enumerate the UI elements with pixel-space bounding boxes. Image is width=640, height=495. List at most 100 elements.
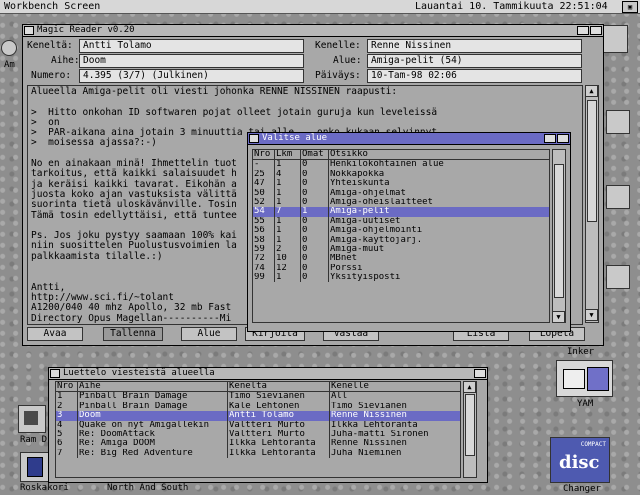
area-row[interactable]: 99 1 0 Yksityisposti [253, 273, 549, 283]
area-zoom-icon[interactable] [544, 134, 556, 143]
close-icon[interactable] [24, 26, 34, 35]
changer-label: Changer [563, 484, 601, 494]
area-row-cell: 0 [301, 254, 329, 264]
area-scrollbar[interactable] [552, 149, 566, 323]
area-row-cell: 10 [275, 254, 301, 264]
area-window-title: Valitse alue [262, 133, 328, 143]
area-row-cell: 0 [301, 226, 329, 236]
area-col-lkm[interactable]: Lkm [275, 150, 301, 160]
message-list-title-bar[interactable]: Luettelo viesteistä alueella [49, 368, 487, 380]
area-row-cell: Amiga-ohjelmat [330, 188, 406, 198]
message-list-header: Nro Aihe Keneltä Kenelle [56, 382, 460, 393]
side-icon-b[interactable] [606, 185, 630, 209]
side-icon-a[interactable] [606, 110, 630, 134]
message-row[interactable]: 5 Re: DoomAttack Valtteri Murto Juha-matti … [56, 429, 460, 440]
message-row[interactable]: 7 Re: Big Red Adventure Ilkka Lehtoranta Ju… [56, 448, 460, 459]
area-row[interactable]: 25 4 0 Nokkapokka [253, 169, 549, 180]
area-rows: -1 0 Henkilökohtainen alue 25 4 0 Nokkapokka 47… [253, 160, 549, 283]
msg-col-to[interactable]: Kenelle [330, 382, 458, 391]
area-row[interactable]: 52 1 0 Amiga-oheislaitteet [253, 197, 549, 208]
reader-title-bar[interactable]: Magic Reader v0.20 [23, 25, 603, 37]
message-list-scrollbar[interactable] [463, 381, 477, 478]
area-label: Alue: [333, 55, 362, 66]
to-field[interactable]: Renne Nissinen [367, 39, 582, 53]
area-row[interactable]: 59 2 0 Amiga-muut [253, 244, 549, 255]
area-button[interactable]: Alue [181, 327, 237, 341]
save-button[interactable]: Tallenna [103, 327, 163, 341]
message-row-cell: Re: DoomAttack [78, 429, 228, 440]
subject-label: Aihe: [51, 55, 80, 66]
area-title-bar[interactable]: Valitse alue [248, 133, 570, 145]
area-row[interactable]: 47 1 0 Yhteiskunta [253, 179, 549, 189]
message-row-cell: Juha Nieminen [331, 448, 402, 458]
message-row-cell: Timo Sieviänen [228, 392, 330, 402]
area-window-gadgets [544, 134, 569, 143]
message-list-window: Luettelo viesteistä alueella Nro Aihe Ke… [48, 367, 488, 483]
scroll-up-icon[interactable]: ▲ [585, 85, 598, 97]
message-row[interactable]: 3 Doom Antti Tolamo Renne Nissinen [56, 411, 460, 421]
ram-disk-icon[interactable] [18, 405, 46, 433]
area-row[interactable]: 50 1 0 Amiga-ohjelmat [253, 188, 549, 198]
msg-col-nro[interactable]: Nro [56, 382, 78, 392]
area-row[interactable]: -1 0 Henkilökohtainen alue [253, 160, 549, 170]
message-scroll-thumb[interactable] [587, 100, 597, 222]
area-row-cell: 0 [301, 197, 329, 208]
am-drive-icon[interactable] [0, 40, 18, 58]
message-row-cell: Pinball Brain Damage [78, 401, 228, 412]
message-list-close-icon[interactable] [50, 369, 60, 378]
message-row[interactable]: 4 Quake on nyt Amigallekin Valtteri Murto I… [56, 420, 460, 430]
trashcan-icon[interactable] [20, 452, 50, 482]
area-row[interactable]: 56 1 0 Amiga-ohjelmointi [253, 226, 549, 236]
area-scroll-thumb[interactable] [554, 164, 564, 298]
msg-col-aihe[interactable]: Aihe [78, 382, 228, 392]
area-select-window: Valitse alue Nro Lkm Omat Otsikko -1 0 Hen… [247, 132, 571, 332]
area-row-cell: 1 [275, 160, 301, 170]
message-list-scroll-thumb[interactable] [465, 394, 475, 456]
window-gadgets [577, 26, 602, 35]
area-col-nro[interactable]: Nro [253, 150, 275, 160]
msg-col-from[interactable]: Keneltä [228, 382, 330, 392]
area-row[interactable]: 58 1 0 Amiga-käyttöjärj. [253, 235, 549, 245]
screen-depth-icon[interactable]: ▣ [622, 1, 638, 13]
subject-field[interactable]: Doom [79, 54, 304, 68]
area-field[interactable]: Amiga-pelit (54) [367, 54, 582, 68]
changer-disc-icon[interactable]: COMPACT disc [550, 437, 610, 483]
message-list-scroll-up-icon[interactable]: ▲ [463, 381, 476, 393]
area-row-cell: 1 [275, 179, 301, 189]
area-row[interactable]: 72 10 0 MBnet [253, 254, 549, 264]
area-col-omat[interactable]: Omat [301, 150, 329, 160]
message-row[interactable]: 1 Pinball Brain Damage Timo Sieviänen All [56, 392, 460, 402]
yam-mailbox-icon[interactable] [556, 360, 613, 397]
area-list[interactable]: Nro Lkm Omat Otsikko -1 0 Henkilökohtainen… [252, 149, 550, 323]
area-scroll-down-icon[interactable]: ▼ [552, 311, 565, 323]
message-row-cell: 4 [56, 420, 78, 430]
message-list[interactable]: Nro Aihe Keneltä Kenelle 1 Pinball Brain … [55, 381, 461, 478]
am-label: Am [4, 60, 15, 70]
from-field[interactable]: Antti Tolamo [79, 39, 304, 53]
message-row-cell: 3 [56, 411, 78, 421]
message-list-depth-icon[interactable] [474, 369, 486, 378]
area-row-cell: 0 [301, 244, 329, 255]
side-icon-c[interactable] [606, 265, 630, 289]
zoom-icon[interactable] [577, 26, 589, 35]
message-row[interactable]: 2 Pinball Brain Damage Kale Lehtonen Timo S… [56, 401, 460, 412]
area-close-icon[interactable] [249, 134, 259, 143]
message-row-cell: Doom [78, 411, 228, 421]
roskakori-label: Roskakori [20, 483, 69, 493]
area-row[interactable]: 54 7 1 Amiga-pelit [253, 207, 549, 217]
area-row[interactable]: 74 12 0 Pörssi [253, 263, 549, 274]
area-row-cell: 1 [275, 235, 301, 245]
scroll-down-icon[interactable]: ▼ [585, 309, 598, 321]
area-depth-icon[interactable] [557, 134, 569, 143]
message-row-cell: Valtteri Murto [228, 429, 330, 440]
area-row-cell: 12 [275, 263, 301, 274]
trashcan-right-icon[interactable] [600, 25, 628, 53]
message-row-cell: 2 [56, 401, 78, 412]
area-row-cell: 1 [275, 226, 301, 236]
message-scrollbar[interactable] [585, 85, 599, 323]
area-row[interactable]: 55 1 0 Amiga-uutiset [253, 216, 549, 227]
open-button[interactable]: Avaa [27, 327, 83, 341]
area-col-otsikko[interactable]: Otsikko [329, 150, 549, 159]
message-row[interactable]: 6 Re: Amiga DOOM Ilkka Lehtoranta Renne Nis… [56, 439, 460, 449]
depth-icon[interactable] [590, 26, 602, 35]
